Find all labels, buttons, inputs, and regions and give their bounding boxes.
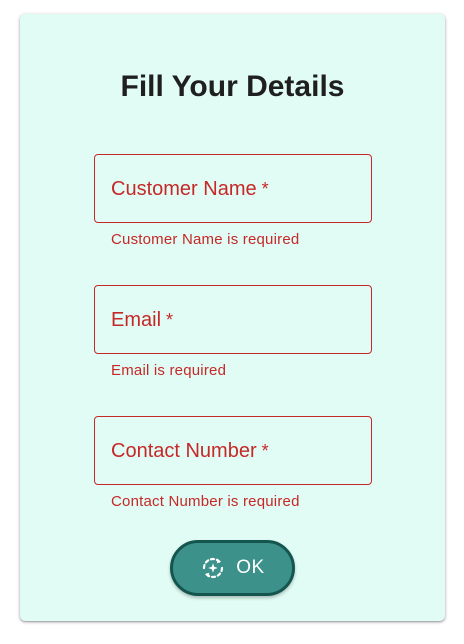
email-label-text: Email <box>111 309 162 331</box>
customer-name-label-text: Customer Name <box>111 178 257 200</box>
contact-number-label-text: Contact Number <box>111 440 257 462</box>
customer-name-field[interactable]: Customer Name * <box>94 154 372 223</box>
auto-renew-sparkle-icon <box>200 555 226 581</box>
contact-number-field[interactable]: Contact Number * <box>94 416 372 485</box>
required-asterisk: * <box>166 310 174 330</box>
required-asterisk: * <box>261 179 269 199</box>
form-title: Fill Your Details <box>120 70 345 103</box>
required-asterisk: * <box>261 441 269 461</box>
ok-button-label: OK <box>236 557 265 578</box>
customer-name-label: Customer Name * <box>111 177 269 201</box>
email-field[interactable]: Email * <box>94 285 372 354</box>
contact-number-error: Contact Number is required <box>111 493 300 510</box>
email-label: Email * <box>111 308 173 332</box>
contact-number-label: Contact Number * <box>111 439 269 463</box>
email-error: Email is required <box>111 362 227 379</box>
details-form-card: Fill Your Details Customer Name * Custome… <box>20 14 445 621</box>
ok-button[interactable]: OK <box>170 540 295 596</box>
customer-name-error: Customer Name is required <box>111 231 300 248</box>
